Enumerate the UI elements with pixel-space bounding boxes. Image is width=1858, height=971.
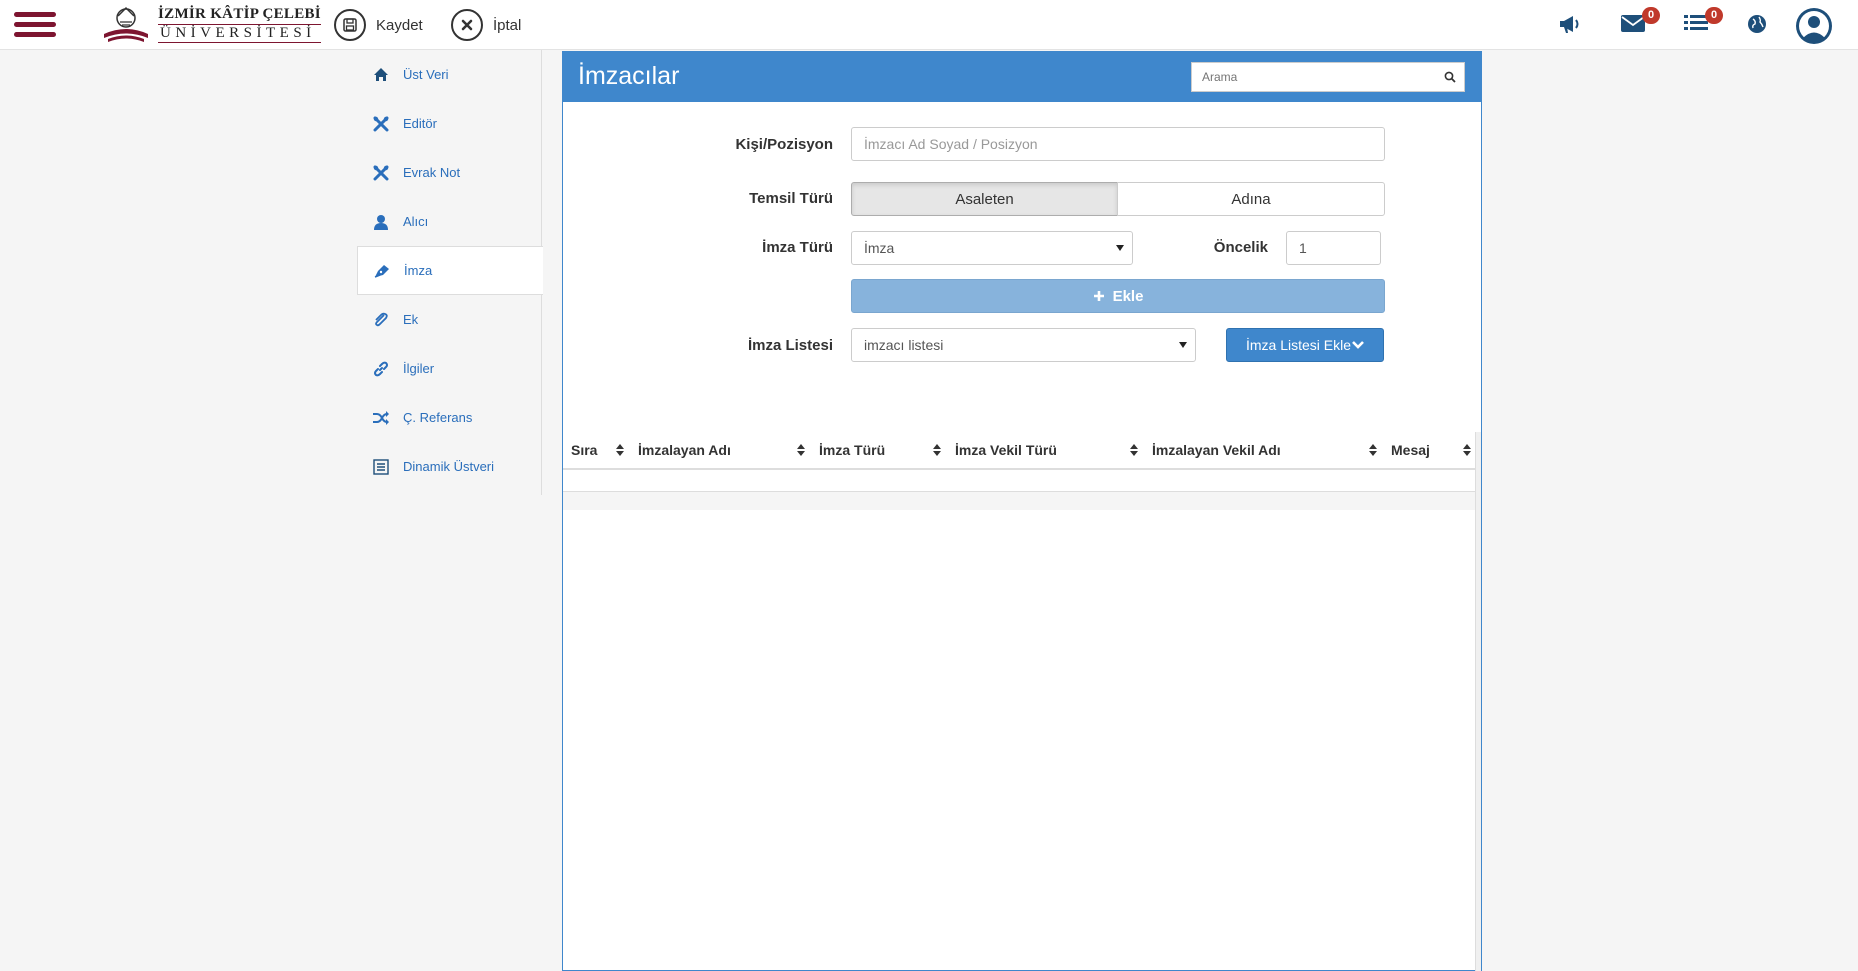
column-label: İmza Türü	[819, 442, 886, 458]
sidebar-item-imza[interactable]: İmza	[357, 246, 543, 295]
sidebar-item-label: Üst Veri	[403, 67, 449, 82]
sidebar-item-label: Editör	[403, 116, 437, 131]
pen-icon	[372, 262, 392, 280]
column-label: Sıra	[571, 442, 598, 458]
imza-turu-label: İmza Türü	[762, 239, 833, 256]
announcement-icon[interactable]	[1557, 12, 1587, 38]
mail-icon[interactable]: 0	[1620, 7, 1660, 38]
page-title: İmzacılar	[578, 62, 680, 90]
temsil-option-asaleten[interactable]: Asaleten	[851, 182, 1118, 216]
logo-line-2: ÜNİVERSİTESİ	[158, 24, 321, 43]
sidebar-item-label: Ç. Referans	[403, 410, 473, 425]
table-scrollbar[interactable]	[1475, 432, 1481, 971]
column-header-mesaj[interactable]: Mesaj	[1383, 431, 1477, 469]
cancel-button[interactable]: İptal	[451, 9, 521, 41]
add-signature-list-button[interactable]: İmza Listesi Ekle	[1226, 328, 1384, 362]
column-header-imzalayan-adi[interactable]: İmzalayan Adı	[630, 431, 811, 469]
home-icon	[371, 66, 391, 84]
sort-icon	[797, 444, 805, 456]
add-signer-label: Ekle	[1112, 287, 1144, 305]
column-header-imzalayan-vekil-adi[interactable]: İmzalayan Vekil Adı	[1144, 431, 1383, 469]
column-label: İmza Vekil Türü	[955, 442, 1057, 458]
table-empty-row	[563, 491, 1477, 510]
menu-hamburger-icon[interactable]	[14, 12, 56, 40]
tasks-list-icon[interactable]: 0	[1683, 7, 1723, 38]
column-label: İmzalayan Vekil Adı	[1152, 442, 1281, 458]
sidebar-item-label: Alıcı	[403, 214, 429, 229]
sidebar-item-c-referans[interactable]: Ç. Referans	[357, 393, 541, 442]
tools-icon	[371, 164, 391, 182]
imza-listesi-select[interactable]: imzacı listesi	[851, 328, 1196, 362]
sort-icon	[933, 444, 941, 456]
link-icon	[371, 360, 391, 378]
section-sidebar: Üst Veri Editör Evrak Not Alıcı İmza Ek …	[357, 50, 543, 495]
column-header-imza-turu[interactable]: İmza Türü	[811, 431, 947, 469]
user-avatar-icon[interactable]	[1795, 7, 1833, 45]
sidebar-item-label: İlgiler	[403, 361, 435, 376]
user-icon	[371, 213, 391, 231]
search-icon[interactable]	[1436, 63, 1464, 91]
chevron-down-icon	[1352, 341, 1364, 349]
sidebar-item-evrak-not[interactable]: Evrak Not	[357, 148, 541, 197]
imza-turu-select[interactable]: İmza	[851, 231, 1133, 265]
temsil-turu-label: Temsil Türü	[749, 190, 833, 207]
search-input[interactable]	[1192, 70, 1436, 84]
university-logo[interactable]: İZMİR KÂTİP ÇELEBİ ÜNİVERSİTESİ	[100, 4, 321, 46]
imza-listesi-value: imzacı listesi	[864, 337, 944, 353]
sidebar-item-ust-veri[interactable]: Üst Veri	[357, 50, 541, 99]
plus-icon	[1093, 291, 1104, 301]
tools-icon	[371, 115, 391, 133]
add-signer-button[interactable]: Ekle	[851, 279, 1385, 313]
list-icon	[371, 458, 391, 476]
column-header-sira[interactable]: Sıra	[563, 431, 630, 469]
sidebar-item-ek[interactable]: Ek	[357, 295, 541, 344]
temsil-option-adina[interactable]: Adına	[1117, 182, 1385, 216]
column-header-imza-vekil-turu[interactable]: İmza Vekil Türü	[947, 431, 1144, 469]
imza-turu-value: İmza	[864, 240, 895, 256]
imza-listesi-label: İmza Listesi	[747, 337, 833, 354]
globe-icon[interactable]	[1745, 12, 1775, 38]
save-icon	[334, 9, 366, 41]
save-button[interactable]: Kaydet	[334, 9, 423, 41]
column-label: İmzalayan Adı	[638, 442, 731, 458]
sort-icon	[616, 444, 624, 456]
university-emblem-icon	[104, 6, 148, 42]
signers-panel: İmzacılar Kişi/Pozisyon İmzacı Ad Soyad …	[562, 51, 1482, 971]
chevron-down-icon	[1116, 245, 1124, 251]
close-icon	[451, 9, 483, 41]
mail-count-badge: 0	[1642, 7, 1660, 24]
sort-icon	[1130, 444, 1138, 456]
logo-line-1: İZMİR KÂTİP ÇELEBİ	[158, 6, 321, 22]
search-box	[1191, 62, 1465, 92]
cancel-label: İptal	[493, 16, 522, 34]
column-label: Mesaj	[1391, 442, 1430, 458]
add-signature-list-label: İmza Listesi Ekle	[1245, 337, 1352, 353]
sort-icon	[1369, 444, 1377, 456]
save-label: Kaydet	[376, 16, 423, 34]
top-bar: İZMİR KÂTİP ÇELEBİ ÜNİVERSİTESİ Kaydet İ…	[0, 0, 1858, 50]
sidebar-item-label: Evrak Not	[403, 165, 461, 180]
panel-header: İmzacılar	[563, 52, 1481, 102]
kisi-pozisyon-input[interactable]: İmzacı Ad Soyad / Posizyon	[851, 127, 1385, 161]
sidebar-item-label: İmza	[404, 263, 433, 278]
tasks-count-badge: 0	[1705, 7, 1723, 24]
sidebar-item-label: Dinamik Üstveri	[403, 459, 495, 474]
oncelik-input[interactable]: 1	[1286, 231, 1381, 265]
signers-table-header: Sıra İmzalayan Adı İmza Türü İmza Vekil …	[563, 432, 1477, 470]
sort-icon	[1463, 444, 1471, 456]
sidebar-item-dinamik-ustveri[interactable]: Dinamik Üstveri	[357, 442, 541, 491]
sidebar-item-editor[interactable]: Editör	[357, 99, 541, 148]
sidebar-item-alici[interactable]: Alıcı	[357, 197, 541, 246]
shuffle-icon	[371, 409, 391, 427]
kisi-pozisyon-label: Kişi/Pozisyon	[735, 136, 833, 153]
sidebar-item-ilgiler[interactable]: İlgiler	[357, 344, 541, 393]
oncelik-label: Öncelik	[1213, 239, 1268, 256]
chevron-down-icon	[1179, 342, 1187, 348]
paperclip-icon	[371, 311, 391, 329]
sidebar-item-label: Ek	[403, 312, 419, 327]
